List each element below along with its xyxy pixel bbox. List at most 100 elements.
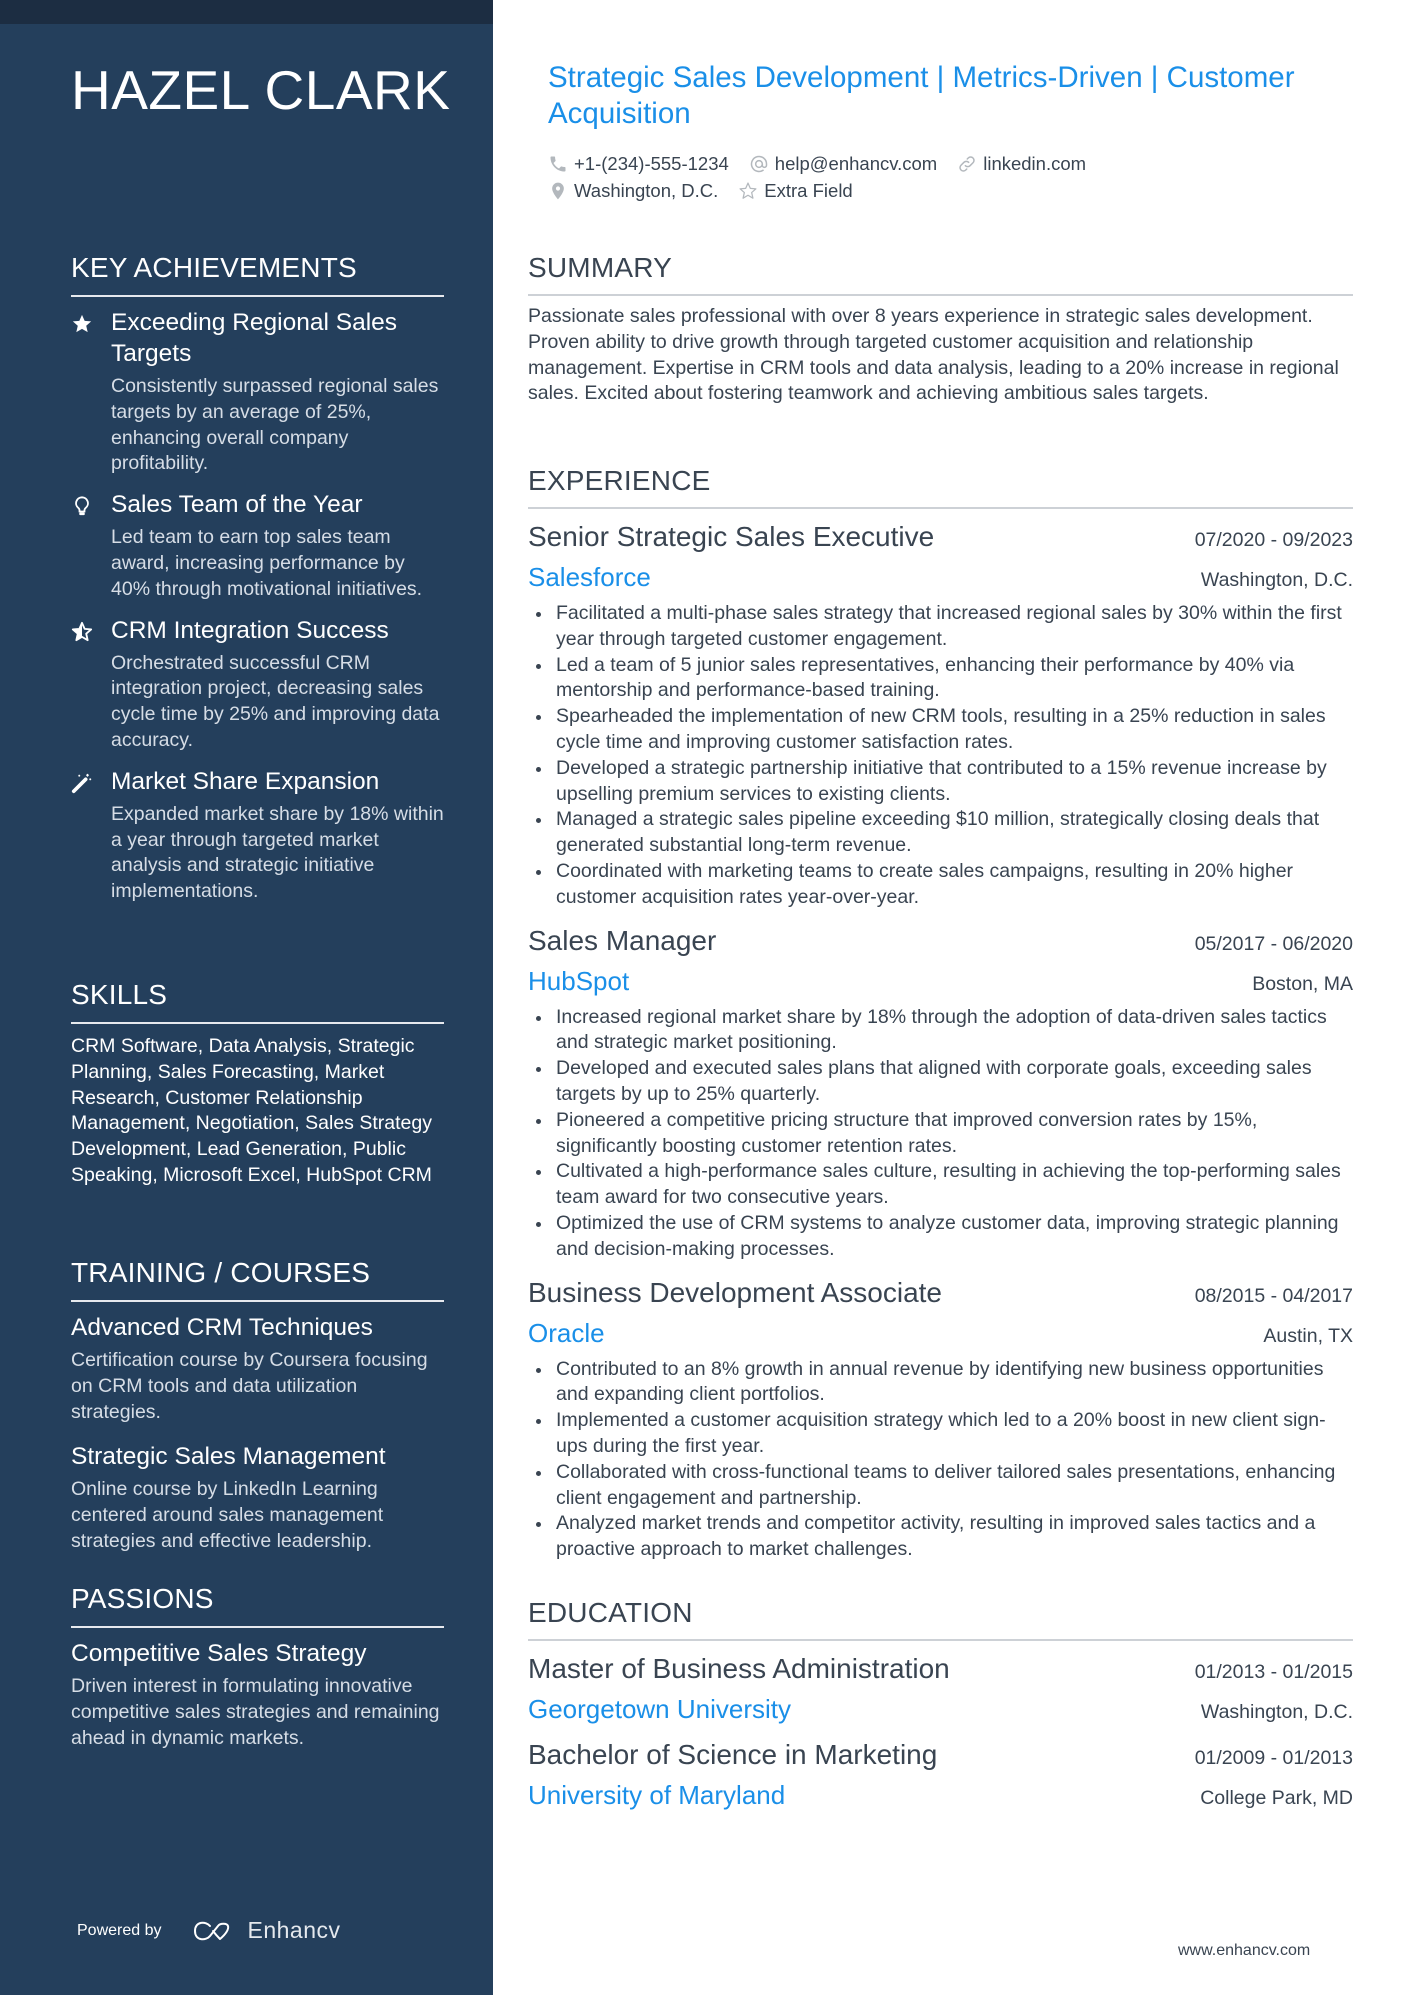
job-bullet: Optimized the use of CRM systems to anal… bbox=[528, 1211, 1353, 1263]
job-bullet: Led a team of 5 junior sales representat… bbox=[528, 653, 1353, 705]
education-dates: 01/2013 - 01/2015 bbox=[1194, 1661, 1353, 1683]
job-dates: 08/2015 - 04/2017 bbox=[1194, 1284, 1353, 1307]
job-company: Oracle bbox=[528, 1317, 605, 1348]
experience-heading: EXPERIENCE bbox=[528, 464, 1353, 509]
job-entry: Business Development Associate 08/2015 -… bbox=[528, 1273, 1353, 1563]
course-desc: Online course by LinkedIn Learning cente… bbox=[71, 1478, 384, 1552]
achievement-item: Sales Team of the Year Led team to earn … bbox=[71, 489, 444, 602]
degree: Master of Business Administration bbox=[528, 1653, 950, 1684]
phone-icon bbox=[550, 156, 566, 171]
training-section: TRAINING / COURSES Advanced CRM Techniqu… bbox=[71, 1256, 444, 1571]
powered-by-label: Powered by bbox=[77, 1921, 162, 1939]
link-icon bbox=[959, 155, 975, 172]
contact-email[interactable]: help@enhancv.com bbox=[749, 153, 937, 175]
footer-url[interactable]: www.enhancv.com bbox=[1178, 1942, 1310, 1960]
half-star-icon bbox=[71, 615, 111, 754]
location-pin-icon bbox=[552, 182, 564, 199]
education-dates: 01/2009 - 01/2013 bbox=[1194, 1747, 1353, 1769]
achievement-title: Exceeding Regional Sales Targets bbox=[111, 309, 398, 367]
key-achievements-heading: KEY ACHIEVEMENTS bbox=[71, 251, 444, 297]
summary-section: SUMMARY Passionate sales professional wi… bbox=[528, 251, 1353, 407]
job-bullets: Contributed to an 8% growth in annual re… bbox=[528, 1357, 1353, 1563]
key-achievements-section: KEY ACHIEVEMENTS Exceeding Regional Sale… bbox=[71, 251, 444, 917]
job-bullet: Facilitated a multi-phase sales strategy… bbox=[528, 601, 1353, 653]
job-company: HubSpot bbox=[528, 965, 630, 996]
job-bullets: Increased regional market share by 18% t… bbox=[528, 1005, 1353, 1263]
job-bullets: Facilitated a multi-phase sales strategy… bbox=[528, 601, 1353, 911]
location-text: Washington, D.C. bbox=[574, 179, 719, 201]
candidate-name: HAZEL CLARK bbox=[71, 59, 451, 121]
job-bullet: Implemented a customer acquisition strat… bbox=[528, 1408, 1353, 1460]
job-bullet: Analyzed market trends and competitor ac… bbox=[528, 1511, 1353, 1563]
passions-section: PASSIONS Competitive Sales Strategy Driv… bbox=[71, 1582, 444, 1767]
contact-location: Washington, D.C. bbox=[548, 180, 718, 202]
job-location: Washington, D.C. bbox=[1200, 569, 1353, 591]
job-title: Sales Manager bbox=[528, 924, 717, 956]
course-title: Advanced CRM Techniques bbox=[71, 1314, 373, 1341]
enhancv-logo-icon bbox=[193, 1921, 229, 1940]
skills-heading: SKILLS bbox=[71, 978, 444, 1024]
star-icon bbox=[71, 307, 111, 477]
passion-item: Competitive Sales Strategy Driven intere… bbox=[71, 1638, 444, 1751]
achievement-title: Sales Team of the Year bbox=[111, 491, 363, 519]
contact-link[interactable]: linkedin.com bbox=[957, 153, 1086, 175]
job-title: Business Development Associate bbox=[528, 1276, 942, 1308]
skills-list: CRM Software, Data Analysis, Strategic P… bbox=[71, 1035, 432, 1186]
contact-extra: Extra Field bbox=[738, 179, 853, 202]
school: Georgetown University bbox=[528, 1694, 791, 1724]
education-location: College Park, MD bbox=[1200, 1787, 1353, 1809]
job-bullet: Cultivated a high-performance sales cult… bbox=[528, 1159, 1353, 1211]
job-bullet: Increased regional market share by 18% t… bbox=[528, 1005, 1353, 1057]
job-entry: Sales Manager 05/2017 - 06/2020 HubSpot … bbox=[528, 921, 1353, 1263]
job-bullet: Pioneered a competitive pricing structur… bbox=[528, 1108, 1353, 1160]
job-bullet: Developed and executed sales plans that … bbox=[528, 1056, 1353, 1108]
enhancv-logo[interactable]: Enhancv bbox=[190, 1917, 341, 1944]
email-address: help@enhancv.com bbox=[774, 152, 938, 174]
job-dates: 07/2020 - 09/2023 bbox=[1194, 529, 1353, 551]
job-entry: Senior Strategic Sales Executive 07/2020… bbox=[528, 517, 1353, 911]
enhancv-brand: Enhancv bbox=[247, 1917, 341, 1943]
skills-section: SKILLS CRM Software, Data Analysis, Stra… bbox=[71, 978, 444, 1189]
extra-field-text: Extra Field bbox=[764, 179, 853, 201]
job-bullet: Coordinated with marketing teams to crea… bbox=[528, 859, 1353, 911]
education-entry: Master of Business Administration 01/201… bbox=[528, 1649, 1353, 1729]
job-dates: 05/2017 - 06/2020 bbox=[1194, 932, 1353, 955]
education-entry: Bachelor of Science in Marketing 01/2009… bbox=[528, 1735, 1353, 1815]
powered-by: Powered by Enhancv bbox=[77, 1917, 341, 1944]
course-item: Advanced CRM Techniques Certification co… bbox=[71, 1312, 444, 1425]
achievement-desc: Expanded market share by 18% within a ye… bbox=[111, 802, 444, 903]
achievement-item: CRM Integration Success Orchestrated suc… bbox=[71, 615, 444, 754]
passion-title: Competitive Sales Strategy bbox=[71, 1640, 367, 1667]
summary-heading: SUMMARY bbox=[528, 251, 1353, 296]
course-title: Strategic Sales Management bbox=[71, 1443, 386, 1471]
contact-phone[interactable]: +1-(234)-555-1234 bbox=[548, 153, 729, 175]
experience-section: EXPERIENCE Senior Strategic Sales Execut… bbox=[528, 464, 1353, 1573]
magic-wand-icon bbox=[71, 766, 111, 905]
achievement-title: Market Share Expansion bbox=[111, 767, 380, 795]
education-location: Washington, D.C. bbox=[1200, 1701, 1353, 1723]
sidebar-top-band bbox=[0, 0, 493, 24]
course-item: Strategic Sales Management Online course… bbox=[71, 1441, 444, 1554]
passion-desc: Driven interest in formulating innovativ… bbox=[71, 1675, 440, 1749]
headline: Strategic Sales Development | Metrics-Dr… bbox=[548, 61, 1295, 130]
linkedin-url: linkedin.com bbox=[983, 152, 1087, 174]
achievement-item: Market Share Expansion Expanded market s… bbox=[71, 766, 444, 905]
job-bullet: Developed a strategic partnership initia… bbox=[528, 756, 1353, 808]
job-bullet: Contributed to an 8% growth in annual re… bbox=[528, 1357, 1353, 1409]
job-location: Austin, TX bbox=[1263, 1324, 1353, 1347]
training-heading: TRAINING / COURSES bbox=[71, 1256, 444, 1302]
achievement-desc: Consistently surpassed regional sales ta… bbox=[111, 375, 439, 475]
summary-text: Passionate sales professional with over … bbox=[528, 305, 1339, 405]
degree: Bachelor of Science in Marketing bbox=[528, 1739, 938, 1770]
achievement-title: CRM Integration Success bbox=[111, 616, 389, 644]
school: University of Maryland bbox=[528, 1780, 786, 1810]
achievement-item: Exceeding Regional Sales Targets Consist… bbox=[71, 307, 444, 477]
achievement-desc: Orchestrated successful CRM integration … bbox=[111, 651, 440, 751]
education-heading: EDUCATION bbox=[528, 1596, 1353, 1641]
job-bullet: Managed a strategic sales pipeline excee… bbox=[528, 807, 1353, 859]
star-outline-icon bbox=[739, 181, 757, 199]
job-bullet: Collaborated with cross-functional teams… bbox=[528, 1460, 1353, 1512]
job-location: Boston, MA bbox=[1252, 972, 1353, 995]
education-section: EDUCATION Master of Business Administrat… bbox=[528, 1596, 1353, 1821]
at-icon bbox=[750, 155, 768, 172]
